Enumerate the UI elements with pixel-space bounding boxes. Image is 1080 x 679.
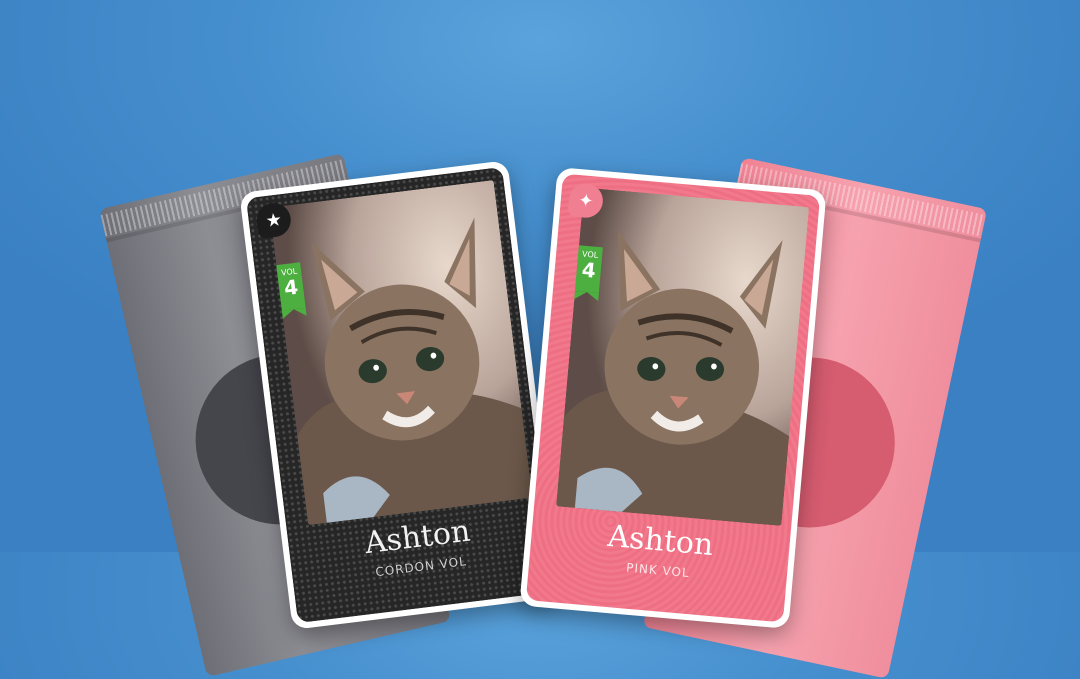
volume-number: 4: [282, 274, 300, 301]
cat-photo: [556, 187, 810, 526]
cat-photo: [269, 180, 533, 526]
dark-cat-card[interactable]: ★ VOL 4 Ashton CORDON VOL: [239, 160, 561, 630]
pink-cat-card[interactable]: ✦ VOL 4 Ashton PINK VOL: [519, 167, 827, 629]
card-frame: ✦ VOL 4 Ashton PINK VOL: [525, 173, 821, 623]
volume-ribbon: VOL 4: [574, 245, 603, 294]
volume-number: 4: [580, 257, 597, 283]
card-frame: ★ VOL 4 Ashton CORDON VOL: [245, 166, 555, 624]
